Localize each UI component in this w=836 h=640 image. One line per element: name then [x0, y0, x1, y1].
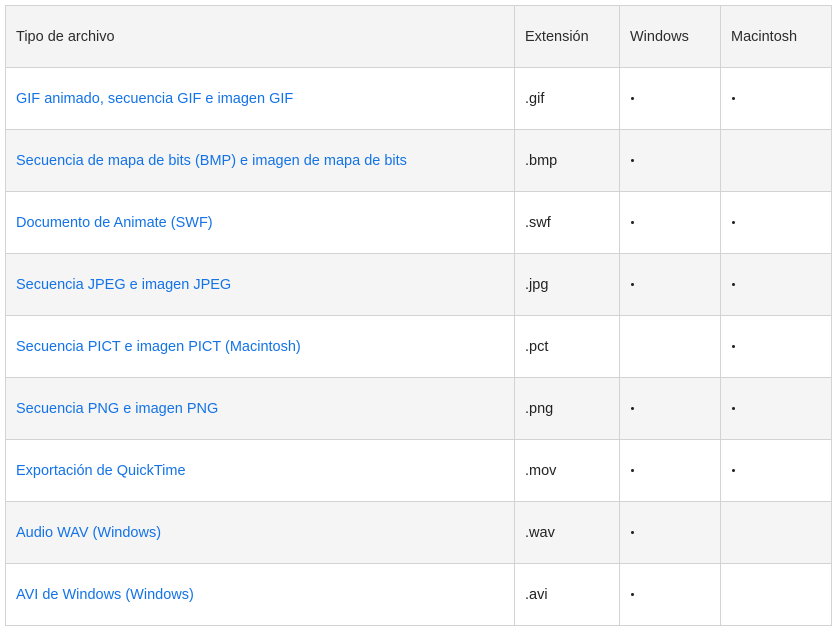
- cell-macintosh: [720, 501, 832, 564]
- cell-file-type: Exportación de QuickTime: [5, 439, 515, 502]
- cell-extension: .bmp: [514, 129, 620, 192]
- cell-file-type: Secuencia de mapa de bits (BMP) e imagen…: [5, 129, 515, 192]
- cell-macintosh: [720, 563, 832, 626]
- header-file-type: Tipo de archivo: [5, 5, 515, 68]
- header-windows: Windows: [619, 5, 721, 68]
- table-row: Documento de Animate (SWF) .swf: [5, 191, 832, 254]
- macintosh-supported-bullet-icon: [732, 407, 735, 411]
- cell-macintosh: [720, 129, 832, 192]
- macintosh-supported-bullet-icon: [732, 221, 735, 225]
- cell-extension: .wav: [514, 501, 620, 564]
- cell-extension: .swf: [514, 191, 620, 254]
- table-row: Audio WAV (Windows) .wav: [5, 501, 832, 564]
- cell-extension: .jpg: [514, 253, 620, 316]
- macintosh-supported-bullet-icon: [732, 283, 735, 287]
- cell-windows: [619, 563, 721, 626]
- windows-supported-bullet-icon: [631, 407, 634, 411]
- table-header-row: Tipo de archivo Extensión Windows Macint…: [5, 5, 832, 68]
- table-row: Secuencia de mapa de bits (BMP) e imagen…: [5, 129, 832, 192]
- cell-windows: [619, 315, 721, 378]
- windows-supported-bullet-icon: [631, 159, 634, 163]
- windows-supported-bullet-icon: [631, 593, 634, 597]
- cell-file-type: Audio WAV (Windows): [5, 501, 515, 564]
- macintosh-supported-bullet-icon: [732, 345, 735, 349]
- windows-supported-bullet-icon: [631, 531, 634, 535]
- cell-macintosh: [720, 253, 832, 316]
- table-row: Secuencia PICT e imagen PICT (Macintosh)…: [5, 315, 832, 378]
- cell-windows: [619, 67, 721, 130]
- file-type-link[interactable]: Secuencia PICT e imagen PICT (Macintosh): [16, 339, 301, 355]
- file-type-link[interactable]: Secuencia de mapa de bits (BMP) e imagen…: [16, 153, 407, 169]
- macintosh-supported-bullet-icon: [732, 97, 735, 101]
- file-type-link[interactable]: Secuencia PNG e imagen PNG: [16, 401, 218, 417]
- macintosh-supported-bullet-icon: [732, 469, 735, 473]
- cell-file-type: AVI de Windows (Windows): [5, 563, 515, 626]
- cell-windows: [619, 377, 721, 440]
- cell-extension: .mov: [514, 439, 620, 502]
- windows-supported-bullet-icon: [631, 469, 634, 473]
- windows-supported-bullet-icon: [631, 221, 634, 225]
- file-type-link[interactable]: Audio WAV (Windows): [16, 525, 161, 541]
- cell-file-type: Documento de Animate (SWF): [5, 191, 515, 254]
- cell-macintosh: [720, 439, 832, 502]
- windows-supported-bullet-icon: [631, 283, 634, 287]
- cell-macintosh: [720, 67, 832, 130]
- table-row: Exportación de QuickTime .mov: [5, 439, 832, 502]
- file-type-link[interactable]: AVI de Windows (Windows): [16, 587, 194, 603]
- cell-windows: [619, 439, 721, 502]
- cell-extension: .png: [514, 377, 620, 440]
- table-row: AVI de Windows (Windows) .avi: [5, 563, 832, 626]
- cell-macintosh: [720, 377, 832, 440]
- table-row: Secuencia PNG e imagen PNG .png: [5, 377, 832, 440]
- cell-file-type: Secuencia PNG e imagen PNG: [5, 377, 515, 440]
- cell-file-type: Secuencia JPEG e imagen JPEG: [5, 253, 515, 316]
- table-row: GIF animado, secuencia GIF e imagen GIF.…: [5, 67, 832, 130]
- file-type-link[interactable]: GIF animado, secuencia GIF e imagen GIF: [16, 91, 293, 107]
- cell-windows: [619, 129, 721, 192]
- file-type-link[interactable]: Secuencia JPEG e imagen JPEG: [16, 277, 231, 293]
- table-body: GIF animado, secuencia GIF e imagen GIF.…: [5, 67, 832, 626]
- format-table-container: Tipo de archivo Extensión Windows Macint…: [5, 5, 832, 626]
- cell-windows: [619, 253, 721, 316]
- cell-macintosh: [720, 191, 832, 254]
- cell-macintosh: [720, 315, 832, 378]
- file-type-link[interactable]: Documento de Animate (SWF): [16, 215, 213, 231]
- cell-windows: [619, 191, 721, 254]
- cell-file-type: Secuencia PICT e imagen PICT (Macintosh): [5, 315, 515, 378]
- file-format-table: Tipo de archivo Extensión Windows Macint…: [5, 5, 832, 626]
- cell-extension: .gif: [514, 67, 620, 130]
- windows-supported-bullet-icon: [631, 97, 634, 101]
- header-extension: Extensión: [514, 5, 620, 68]
- header-macintosh: Macintosh: [720, 5, 832, 68]
- cell-file-type: GIF animado, secuencia GIF e imagen GIF: [5, 67, 515, 130]
- file-type-link[interactable]: Exportación de QuickTime: [16, 463, 186, 479]
- cell-extension: .avi: [514, 563, 620, 626]
- cell-extension: .pct: [514, 315, 620, 378]
- table-row: Secuencia JPEG e imagen JPEG .jpg: [5, 253, 832, 316]
- cell-windows: [619, 501, 721, 564]
